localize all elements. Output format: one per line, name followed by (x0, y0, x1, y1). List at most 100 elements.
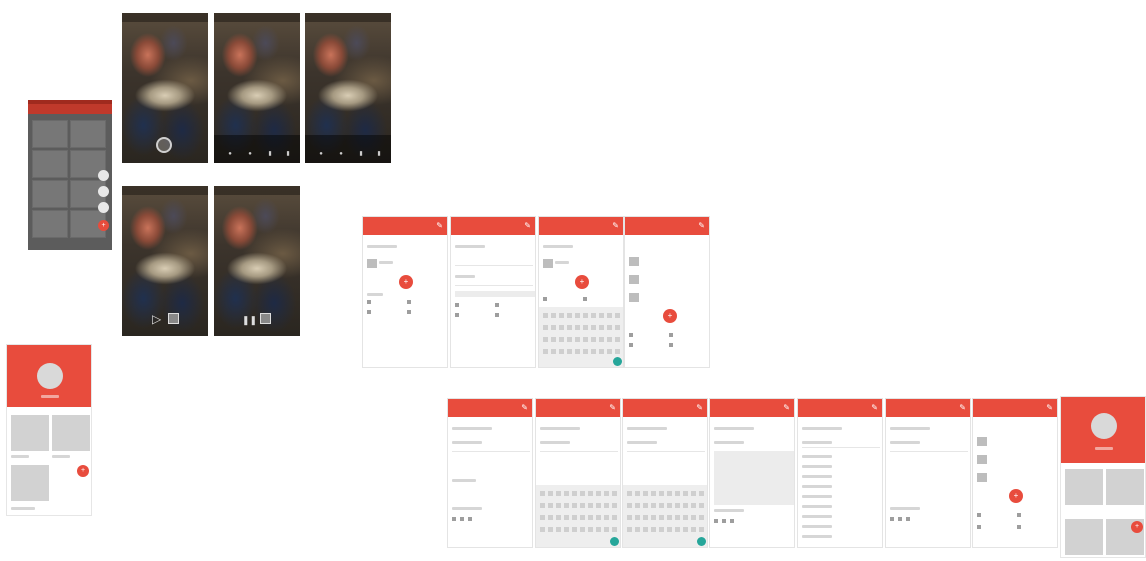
keyboard-key[interactable] (591, 349, 596, 354)
keyboard-key[interactable] (635, 515, 640, 520)
keyboard-key[interactable] (607, 349, 612, 354)
fab-option-button[interactable] (98, 186, 109, 197)
keyboard-key[interactable] (627, 527, 632, 532)
keyboard-key[interactable] (643, 491, 648, 496)
keyboard-key[interactable] (635, 527, 640, 532)
add-button[interactable]: + (399, 275, 413, 289)
keyboard-key[interactable] (588, 503, 593, 508)
keyboard-key[interactable] (567, 349, 572, 354)
keyboard-key[interactable] (699, 491, 704, 496)
keyboard-key[interactable] (699, 527, 704, 532)
keyboard-key[interactable] (627, 491, 632, 496)
option-checkbox[interactable] (730, 519, 734, 523)
grid-cell[interactable] (32, 180, 68, 208)
keyboard-key[interactable] (612, 527, 617, 532)
keyboard-key[interactable] (667, 491, 672, 496)
edit-icon[interactable]: ✎ (696, 403, 703, 412)
keyboard-key[interactable] (567, 313, 572, 318)
keyboard-key[interactable] (596, 491, 601, 496)
keyboard-key[interactable] (575, 337, 580, 342)
keyboard-key[interactable] (556, 515, 561, 520)
keyboard-key[interactable] (667, 527, 672, 532)
keyboard-key[interactable] (559, 313, 564, 318)
keyboard-key[interactable] (683, 515, 688, 520)
keyboard-key[interactable] (551, 313, 556, 318)
keyboard-key[interactable] (572, 527, 577, 532)
keyboard-key[interactable] (683, 527, 688, 532)
keyboard-key[interactable] (564, 515, 569, 520)
keyboard-key[interactable] (580, 503, 585, 508)
keyboard-key[interactable] (572, 491, 577, 496)
photo-tile[interactable] (1065, 519, 1103, 555)
photo-tile[interactable] (11, 415, 49, 451)
keyboard-key[interactable] (599, 313, 604, 318)
keyboard-key[interactable] (643, 515, 648, 520)
dropdown-menu[interactable] (714, 451, 794, 505)
option-checkbox[interactable] (722, 519, 726, 523)
keyboard-key[interactable] (599, 337, 604, 342)
option-checkbox[interactable] (898, 517, 902, 521)
keyboard-key[interactable] (659, 503, 664, 508)
keyboard-key[interactable] (556, 503, 561, 508)
keyboard-key[interactable] (564, 491, 569, 496)
keyboard[interactable] (539, 307, 623, 367)
keyboard-key[interactable] (564, 527, 569, 532)
keyboard-key[interactable] (691, 527, 696, 532)
photo-tile[interactable] (1106, 469, 1144, 505)
keyboard-key[interactable] (559, 337, 564, 342)
stop-icon[interactable] (168, 313, 179, 324)
play-icon[interactable]: ▷ (152, 312, 161, 326)
keyboard-key[interactable] (604, 527, 609, 532)
keyboard-key[interactable] (683, 503, 688, 508)
add-button[interactable]: + (1131, 521, 1143, 533)
keyboard-key[interactable] (599, 349, 604, 354)
keyboard-key[interactable] (691, 503, 696, 508)
keyboard-key[interactable] (583, 349, 588, 354)
keyboard-key[interactable] (675, 515, 680, 520)
keyboard-key[interactable] (604, 515, 609, 520)
fab-add-button[interactable]: + (98, 220, 109, 231)
keyboard-key[interactable] (615, 313, 620, 318)
keyboard-key[interactable] (667, 503, 672, 508)
keyboard-key[interactable] (575, 325, 580, 330)
option-checkbox[interactable] (468, 517, 472, 521)
edit-icon[interactable]: ✎ (524, 221, 531, 230)
keyboard-enter-button[interactable] (697, 537, 706, 546)
keyboard-key[interactable] (683, 491, 688, 496)
tool-icon[interactable]: ● (315, 151, 327, 157)
keyboard-key[interactable] (651, 491, 656, 496)
keyboard-key[interactable] (564, 503, 569, 508)
grid-cell[interactable] (32, 210, 68, 238)
option-checkbox[interactable] (890, 517, 894, 521)
keyboard-key[interactable] (635, 503, 640, 508)
keyboard-key[interactable] (548, 503, 553, 508)
image-thumb[interactable] (367, 259, 377, 268)
edit-icon[interactable]: ✎ (783, 403, 790, 412)
keyboard-key[interactable] (572, 503, 577, 508)
keyboard-key[interactable] (699, 503, 704, 508)
edit-icon[interactable]: ✎ (612, 221, 619, 230)
option-checkbox[interactable] (977, 525, 981, 529)
keyboard-key[interactable] (559, 325, 564, 330)
keyboard-key[interactable] (543, 349, 548, 354)
tool-icon[interactable]: ▮ (264, 150, 276, 157)
keyboard-key[interactable] (588, 515, 593, 520)
edit-icon[interactable]: ✎ (1046, 403, 1053, 412)
option-checkbox[interactable] (407, 300, 411, 304)
option-checkbox[interactable] (455, 303, 459, 307)
fab-option-button[interactable] (98, 170, 109, 181)
option-checkbox[interactable] (495, 303, 499, 307)
list-item[interactable] (802, 535, 832, 538)
option-checkbox[interactable] (495, 313, 499, 317)
edit-icon[interactable]: ✎ (521, 403, 528, 412)
keyboard-key[interactable] (540, 515, 545, 520)
keyboard[interactable] (623, 485, 707, 547)
keyboard-key[interactable] (643, 503, 648, 508)
list-item[interactable] (802, 505, 832, 508)
keyboard-key[interactable] (635, 491, 640, 496)
keyboard-key[interactable] (651, 503, 656, 508)
grid-cell[interactable] (32, 120, 68, 148)
keyboard-key[interactable] (540, 491, 545, 496)
keyboard-key[interactable] (667, 515, 672, 520)
shutter-button[interactable] (156, 137, 172, 153)
